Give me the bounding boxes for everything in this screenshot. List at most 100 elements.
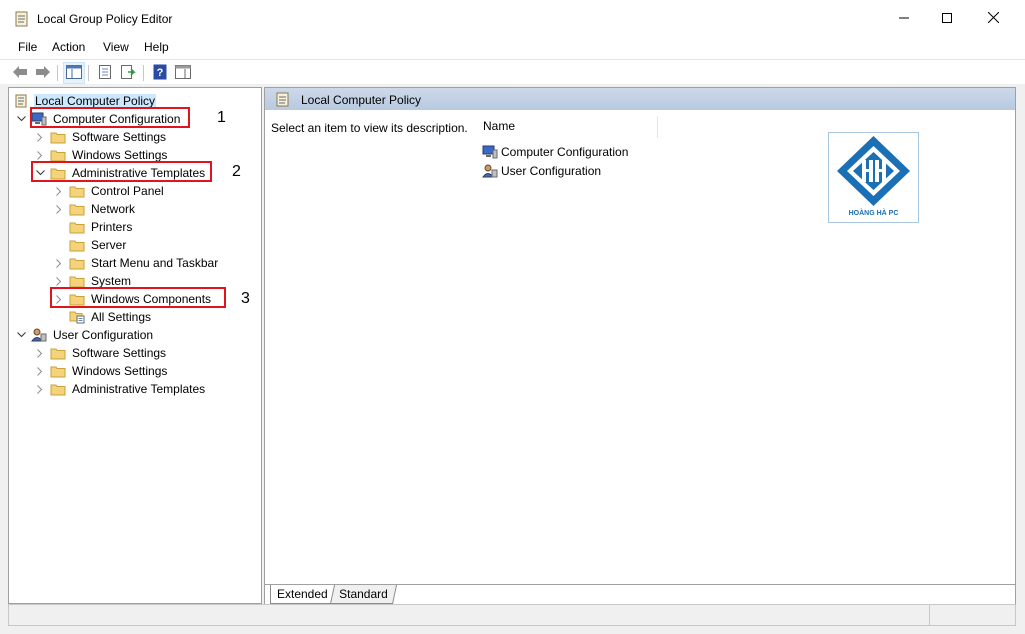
tree-item-label: Server (91, 238, 127, 252)
chevron-right-icon[interactable] (53, 203, 65, 215)
highlight-computer-configuration (30, 107, 190, 128)
close-icon (987, 11, 999, 26)
list-item-label: User Configuration (501, 164, 602, 178)
tree-item-user-administrative-templates[interactable]: Administrative Templates (34, 380, 206, 398)
folder-icon (69, 220, 85, 234)
tree-item-all-settings[interactable]: All Settings (53, 308, 152, 326)
tab-extended[interactable]: Extended (270, 585, 334, 604)
maximize-icon (942, 12, 952, 26)
export-list-button[interactable] (118, 63, 138, 83)
tree-item-label: System (91, 274, 132, 288)
tab-standard[interactable]: Standard (329, 585, 397, 604)
folder-icon (69, 274, 85, 288)
details-pane: Local Computer Policy Select an item to … (264, 87, 1016, 604)
policy-scroll-icon (13, 94, 29, 108)
tree-item-label: All Settings (91, 310, 152, 324)
tree-item-label: User Configuration (53, 328, 154, 342)
show-hide-action-pane-button[interactable] (173, 63, 193, 83)
show-hide-action-pane-icon (175, 64, 191, 82)
folder-icon (69, 238, 85, 252)
work-area: Local Computer Policy Computer Configura… (0, 84, 1025, 634)
tree-item-label: Control Panel (91, 184, 164, 198)
tree-item-start-menu-and-taskbar[interactable]: Start Menu and Taskbar (53, 254, 219, 272)
column-divider[interactable] (657, 116, 658, 138)
tree-item-label: Start Menu and Taskbar (91, 256, 219, 270)
tree-item-network[interactable]: Network (53, 200, 136, 218)
help-button[interactable]: ? (150, 63, 170, 83)
toolbar: ? (0, 59, 1025, 84)
chevron-right-icon[interactable] (34, 131, 46, 143)
forward-button[interactable] (33, 63, 53, 83)
menu-file[interactable]: File (18, 40, 37, 54)
tab-label: Standard (339, 587, 388, 601)
details-header: Local Computer Policy (265, 88, 1015, 110)
column-header-name[interactable]: Name (483, 119, 515, 133)
description-text: Select an item to view its description. (271, 121, 468, 135)
tree-item-user-software-settings[interactable]: Software Settings (34, 344, 167, 362)
tree-item-label: Local Computer Policy (34, 94, 157, 108)
properties-button[interactable] (95, 63, 115, 83)
folder-icon (50, 148, 66, 162)
tree-item-label: Network (91, 202, 136, 216)
tree-item-control-panel[interactable]: Control Panel (53, 182, 165, 200)
annotation-number-3: 3 (241, 290, 250, 307)
logo-diamond-icon (837, 136, 910, 206)
title-bar: Local Group Policy Editor (0, 0, 1025, 38)
tree-item-label: Printers (91, 220, 133, 234)
chevron-down-icon[interactable] (15, 113, 27, 125)
forward-arrow-icon (35, 65, 51, 82)
tree-item-printers[interactable]: Printers (53, 218, 133, 236)
maximize-button[interactable] (924, 0, 970, 38)
back-arrow-icon (12, 65, 28, 82)
tree-item-user-windows-settings[interactable]: Windows Settings (34, 362, 168, 380)
tree-item-label: Software Settings (72, 130, 167, 144)
highlight-administrative-templates (31, 161, 212, 182)
list-item-user-configuration[interactable]: User Configuration (482, 162, 601, 180)
chevron-right-icon[interactable] (53, 275, 65, 287)
folder-icon (69, 184, 85, 198)
close-button[interactable] (970, 0, 1016, 38)
chevron-right-icon[interactable] (53, 257, 65, 269)
folder-icon (69, 256, 85, 270)
chevron-right-icon[interactable] (53, 185, 65, 197)
folder-icon (69, 202, 85, 216)
minimize-button[interactable] (881, 0, 927, 38)
watermark-logo: HOÀNG HÀ PC (828, 132, 919, 223)
tree-item-server[interactable]: Server (53, 236, 127, 254)
folder-icon (50, 364, 66, 378)
chevron-right-icon[interactable] (34, 383, 46, 395)
annotation-number-2: 2 (232, 163, 241, 180)
back-button[interactable] (10, 63, 30, 83)
menu-help[interactable]: Help (144, 40, 169, 54)
tree-item-user-configuration[interactable]: User Configuration (15, 326, 154, 344)
highlight-windows-components (50, 287, 226, 308)
menu-bar: File Action View Help (0, 38, 1025, 58)
annotation-number-1: 1 (217, 109, 226, 126)
policy-scroll-icon (276, 92, 290, 108)
tree-item-software-settings[interactable]: Software Settings (34, 128, 167, 146)
details-header-title: Local Computer Policy (301, 93, 422, 107)
chevron-right-icon[interactable] (34, 365, 46, 377)
console-tree: Local Computer Policy Computer Configura… (8, 87, 262, 604)
show-hide-console-tree-icon (66, 64, 82, 82)
help-icon: ? (153, 64, 167, 83)
minimize-icon (899, 12, 909, 26)
toolbar-separator (57, 65, 58, 81)
settings-list-folder-icon (69, 310, 85, 324)
watermark-text: HOÀNG HÀ PC (848, 210, 899, 217)
list-item-computer-configuration[interactable]: Computer Configuration (482, 143, 628, 161)
chevron-down-icon[interactable] (15, 329, 27, 341)
menu-action[interactable]: Action (52, 40, 85, 54)
toolbar-separator (88, 65, 89, 81)
user-icon (31, 328, 47, 342)
chevron-right-icon[interactable] (34, 149, 46, 161)
menu-view[interactable]: View (103, 40, 129, 54)
tab-label: Extended (277, 587, 328, 601)
chevron-right-icon[interactable] (34, 347, 46, 359)
show-hide-console-tree-button[interactable] (63, 62, 85, 84)
tree-item-label: Software Settings (72, 346, 167, 360)
folder-icon (50, 382, 66, 396)
